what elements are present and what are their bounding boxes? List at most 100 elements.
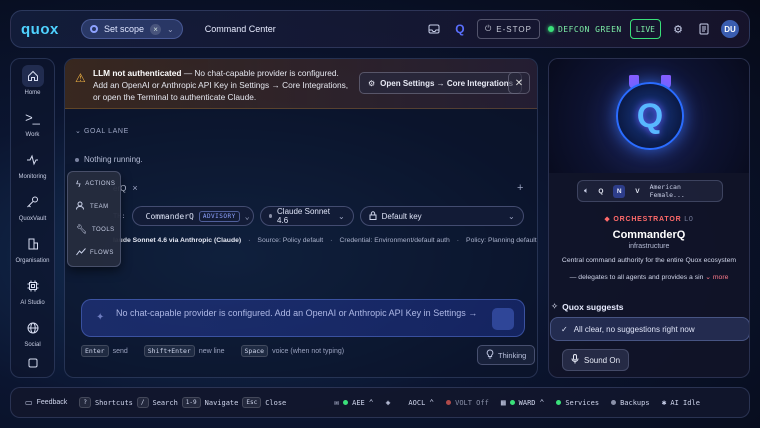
services-label: Services [565,398,600,407]
agent-hero: Q [549,59,749,173]
shortcut-hints: ? Shortcuts / Search 1-9 Navigate Esc Cl… [79,397,286,408]
page-title: Command Center [204,24,276,34]
close-icon[interactable]: ✕ [508,72,530,94]
avatar[interactable]: DU [721,20,739,38]
chevron-down-icon[interactable]: ⌄ [705,274,711,281]
kbd-close: Esc [242,397,262,408]
chevron-up-icon: ⌃ [539,398,545,407]
voice-chip-v[interactable]: V [631,185,643,198]
ward-status[interactable]: ▦ WARD ⌃ [501,398,545,407]
lightbulb-icon [486,349,494,361]
aee-status[interactable]: ✉ AEE ⌃ [334,398,373,407]
menu-item-label: TOOLS [91,226,115,233]
suggestion-item[interactable]: ✓ All clear, no suggestions right now [550,317,749,341]
keyboard-hints: Enter send Shift+Enter new line Space vo… [81,345,344,357]
suggests-title: Quox suggests [562,301,624,312]
sidebar-item-label: Social [24,341,41,348]
sound-toggle-button[interactable]: Sound On [562,349,630,371]
agent-description-2: — delegates to all agents and provides a… [549,273,749,281]
voice-chip-q[interactable]: Q [595,185,607,198]
goal-lane-empty: Nothing running. [75,155,143,164]
warning-icon: ⚠ [75,71,86,85]
credential-text: Credential: Environment/default auth [339,237,450,244]
sidebar-item-quoxvault[interactable]: QuoxVault [11,185,54,227]
source-text: Source: Policy default [257,237,324,244]
sidebar-item-label: AI Studio [20,299,45,306]
aocl-status[interactable]: ◈ AOCL ⌃ [386,398,435,407]
speaker-icon[interactable]: 🔈︎ [584,186,589,196]
voice-selector: 🔈︎ Q N V American Female... [577,180,723,202]
goal-lane-header[interactable]: ⌄ GOAL LANE [75,127,129,135]
voice-chip-n[interactable]: N [613,184,626,198]
agent-select[interactable]: CommanderQ ADVISORY ⌄ [131,206,254,226]
layers-icon: ◈ [385,398,391,407]
quox-q-icon[interactable]: Q [451,20,469,38]
chevron-down-icon[interactable]: ⌄ [167,25,174,34]
estop-button[interactable]: ⏻ E-STOP [476,19,540,39]
ai-status[interactable]: ✱ AI Idle [662,398,700,407]
sidebar-item-home[interactable]: Home [11,59,54,101]
gear-icon[interactable]: ⚙ [669,20,687,38]
model-select-value: Claude Sonnet 4.6 [277,207,330,225]
document-icon[interactable] [695,20,713,38]
scope-selector[interactable]: Set scope × ⌄ [81,19,183,39]
power-icon: ⏻ [484,24,493,33]
close-tab-icon[interactable]: × [132,183,137,193]
gear-icon: ⚙ [368,78,376,88]
add-tab-icon[interactable]: + [517,182,523,194]
chat-input[interactable]: ✦ No chat-capable provider is configured… [81,299,525,337]
clear-scope-icon[interactable]: × [150,23,162,35]
scope-label: Set scope [104,24,145,34]
mail-icon: ✉ [334,398,340,407]
volt-status[interactable]: VOLT Off [446,399,489,407]
thinking-toggle[interactable]: Thinking [477,345,536,365]
asterisk-icon: ✱ [661,398,667,407]
voice-name[interactable]: American Female... [650,183,716,199]
key-icon [22,191,44,213]
chevron-up-icon: ⌃ [429,398,435,407]
sidebar-item-organisation[interactable]: Organisation [11,227,54,269]
chevron-down-icon: ⌄ [244,211,250,221]
feedback-label: Feedback [36,399,68,406]
menu-item-team[interactable]: TEAM [68,195,120,218]
send-button[interactable] [492,308,514,330]
feedback-button[interactable]: ▭ Feedback [25,398,67,407]
aee-label: AEE [352,398,365,407]
volt-label: VOLT Off [455,398,489,407]
services-status[interactable]: Services [556,399,599,407]
description-text: — delegates to all agents and provides a… [569,274,704,281]
more-link[interactable]: more [713,274,729,281]
agent-select-value: CommanderQ [145,211,194,221]
sidebar-item-monitoring[interactable]: Monitoring [11,143,54,185]
open-settings-label: Open Settings → Core Integrations [380,78,514,88]
menu-item-label: TEAM [90,203,109,210]
main-panel: ⚠ LLM not authenticated — No chat-capabl… [64,58,538,378]
microphone-icon [571,354,579,366]
calendar-icon: ▦ [500,398,506,407]
menu-item-tools[interactable]: 🔧︎ TOOLS [68,218,120,241]
inbox-icon[interactable] [425,20,443,38]
check-icon: ✓ [561,324,568,334]
sidebar-item-social[interactable]: Social [11,311,54,353]
hint-navigate: Navigate [204,398,239,407]
status-dot-icon [509,400,515,405]
model-select[interactable]: Claude Sonnet 4.6 ⌄ [259,206,354,226]
agent-panel: Q 🔈︎ Q N V American Female... ◆ ORCHESTR… [548,58,750,378]
sidebar-item-more[interactable] [11,353,54,373]
kbd-enter: Enter [81,345,109,357]
open-settings-button[interactable]: ⚙ Open Settings → Core Integrations [359,72,523,94]
backups-status[interactable]: Backups [611,399,650,407]
wrench-icon: 🔧︎ [76,224,88,234]
advisory-badge: ADVISORY [198,210,240,222]
status-dot-icon [611,400,617,405]
menu-item-actions[interactable]: ϟ ACTIONS [68,172,120,195]
key-select[interactable]: Default key ⌄ [359,206,524,226]
status-bar: ▭ Feedback ? Shortcuts / Search 1-9 Navi… [10,387,750,418]
menu-item-flows[interactable]: FLOWS [68,241,120,264]
sidebar-item-label: Work [25,131,40,138]
sidebar-item-ai-studio[interactable]: AI Studio [11,269,54,311]
sidebar-item-work[interactable]: >_ Work [11,101,54,143]
app-logo[interactable]: quox [21,21,69,38]
suggestion-text: All clear, no suggestions right now [573,324,695,334]
home-icon [21,64,44,87]
